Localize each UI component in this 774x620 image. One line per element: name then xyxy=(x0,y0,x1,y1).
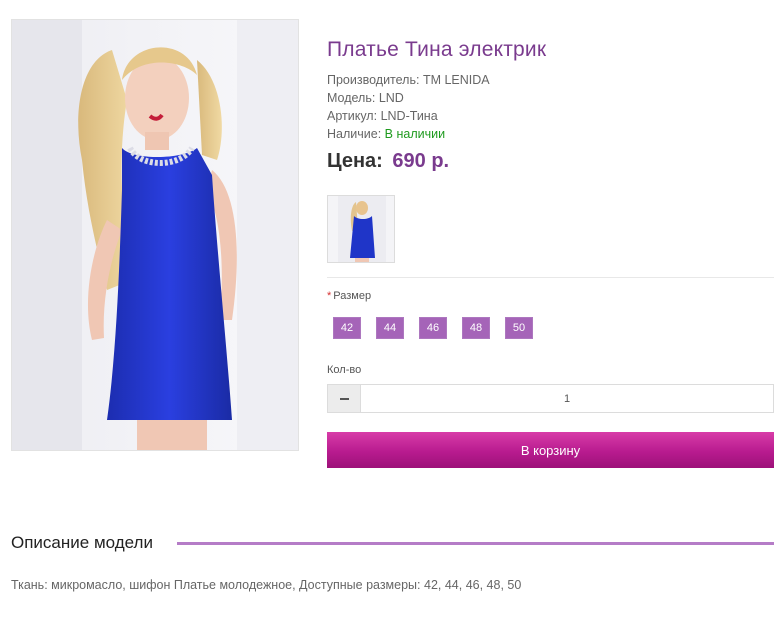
manufacturer-value[interactable]: TM LENIDA xyxy=(423,73,490,87)
price: Цена: 690 р. xyxy=(327,150,449,173)
size-options: 42 44 46 48 50 xyxy=(333,317,533,339)
description-title-underline xyxy=(177,542,774,545)
size-option-42[interactable]: 42 xyxy=(333,317,361,339)
quantity-stepper xyxy=(327,384,774,413)
thumbnail-illustration xyxy=(328,196,394,262)
size-label: * Размер xyxy=(327,290,371,302)
product-main-image[interactable] xyxy=(11,19,299,451)
model-row: Модель: LND xyxy=(327,89,490,107)
article-value: LND-Тина xyxy=(380,109,438,123)
size-option-48[interactable]: 48 xyxy=(462,317,490,339)
size-option-50[interactable]: 50 xyxy=(505,317,533,339)
model-label: Модель: xyxy=(327,91,376,105)
price-label: Цена: xyxy=(327,150,383,172)
minus-icon xyxy=(339,397,349,400)
price-value: 690 р. xyxy=(392,150,450,172)
availability-row: Наличие: В наличии xyxy=(327,125,490,143)
product-thumbnail[interactable] xyxy=(327,195,395,263)
product-photo-illustration xyxy=(12,20,298,450)
size-option-44[interactable]: 44 xyxy=(376,317,404,339)
article-label: Артикул: xyxy=(327,109,378,123)
manufacturer-row: Производитель: TM LENIDA xyxy=(327,71,490,89)
quantity-label: Кол-во xyxy=(327,364,362,376)
quantity-minus-button[interactable] xyxy=(328,385,361,412)
availability-label: Наличие: xyxy=(327,127,382,141)
availability-status: В наличии xyxy=(384,127,446,141)
description-text: Ткань: микромасло, шифон Платье молодежн… xyxy=(11,578,522,592)
divider xyxy=(327,277,774,278)
required-mark: * xyxy=(327,290,332,302)
size-option-46[interactable]: 46 xyxy=(419,317,447,339)
model-value: LND xyxy=(378,91,404,105)
manufacturer-label: Производитель: xyxy=(327,73,420,87)
size-label-text: Размер xyxy=(333,290,372,302)
product-meta: Производитель: TM LENIDA Модель: LND Арт… xyxy=(327,71,490,143)
description-title: Описание модели xyxy=(11,533,153,552)
article-row: Артикул: LND-Тина xyxy=(327,107,490,125)
add-to-cart-button[interactable]: В корзину xyxy=(327,432,774,468)
product-title: Платье Тина электрик xyxy=(327,38,547,61)
quantity-input[interactable] xyxy=(361,385,773,412)
